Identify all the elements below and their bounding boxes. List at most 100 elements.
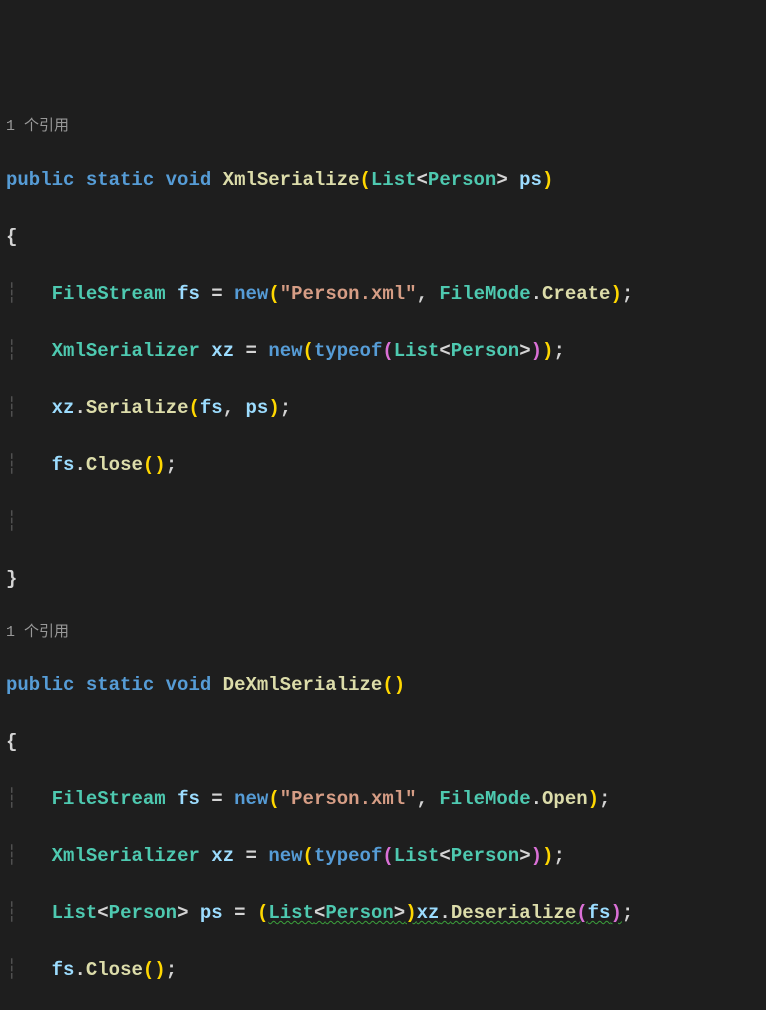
- code-line[interactable]: }: [6, 565, 766, 594]
- code-line[interactable]: ┆ xz.Serialize(fs, ps);: [6, 394, 766, 423]
- type-person: Person: [325, 902, 393, 924]
- method-xmlserialize: XmlSerialize: [223, 169, 360, 191]
- keyword-new: new: [268, 340, 302, 362]
- space: [428, 283, 439, 305]
- indent-guide: ┆: [6, 397, 52, 419]
- paren-close: ): [154, 959, 165, 981]
- code-line[interactable]: public static void XmlSerialize(List<Per…: [6, 166, 766, 195]
- angle-close: >: [519, 340, 530, 362]
- code-line[interactable]: ┆: [6, 508, 766, 537]
- paren-open: (: [303, 340, 314, 362]
- var-fs: fs: [52, 959, 75, 981]
- type-filemode: FileMode: [439, 283, 530, 305]
- keyword-new: new: [234, 788, 268, 810]
- brace-close: }: [6, 568, 17, 590]
- var-ps: ps: [246, 397, 269, 419]
- code-line[interactable]: ┆ fs.Close();: [6, 451, 766, 480]
- code-line[interactable]: {: [6, 728, 766, 757]
- code-line[interactable]: ┆ XmlSerializer xz = new(typeof(List<Per…: [6, 842, 766, 871]
- space: [508, 169, 519, 191]
- var-xz: xz: [211, 340, 234, 362]
- dot: .: [439, 902, 450, 924]
- space: [200, 340, 211, 362]
- space: [234, 397, 245, 419]
- paren-close: ): [588, 788, 599, 810]
- space: [154, 674, 165, 696]
- angle-open: <: [314, 902, 325, 924]
- indent-guide: ┆: [6, 340, 52, 362]
- code-line[interactable]: ┆ fs.Close();: [6, 956, 766, 985]
- angle-close: >: [519, 845, 530, 867]
- type-xmlserializer: XmlSerializer: [52, 845, 200, 867]
- var-ps: ps: [200, 902, 223, 924]
- space: [211, 169, 222, 191]
- codelens-ref-2[interactable]: 1 个引用: [6, 622, 766, 643]
- method-close: Close: [86, 959, 143, 981]
- brace-open: {: [6, 731, 17, 753]
- codelens-ref-1[interactable]: 1 个引用: [6, 116, 766, 137]
- dot: .: [531, 788, 542, 810]
- type-list: List: [371, 169, 417, 191]
- type-xmlserializer: XmlSerializer: [52, 340, 200, 362]
- paren-close: ): [154, 454, 165, 476]
- code-line[interactable]: ┆ FileStream fs = new("Person.xml", File…: [6, 785, 766, 814]
- paren-open: (: [382, 674, 393, 696]
- semi: ;: [553, 340, 564, 362]
- keyword-new: new: [268, 845, 302, 867]
- code-line[interactable]: ┆ FileStream fs = new("Person.xml", File…: [6, 280, 766, 309]
- code-line[interactable]: public static void DeXmlSerialize(): [6, 671, 766, 700]
- angle-open: <: [439, 845, 450, 867]
- keyword-typeof: typeof: [314, 845, 382, 867]
- keyword-new: new: [234, 283, 268, 305]
- var-xz: xz: [211, 845, 234, 867]
- space: [166, 283, 177, 305]
- paren-close: ): [610, 283, 621, 305]
- comma: ,: [223, 397, 234, 419]
- paren-close: ): [268, 397, 279, 419]
- angle-close: >: [394, 902, 405, 924]
- type-person: Person: [451, 845, 519, 867]
- type-person: Person: [428, 169, 496, 191]
- paren-open: (: [360, 169, 371, 191]
- code-line[interactable]: {: [6, 223, 766, 252]
- brace-open: {: [6, 226, 17, 248]
- angle-open: <: [97, 902, 108, 924]
- angle-close: >: [177, 902, 188, 924]
- semi: ;: [166, 454, 177, 476]
- keyword-public: public: [6, 169, 74, 191]
- semi: ;: [599, 788, 610, 810]
- semi: ;: [280, 397, 291, 419]
- paren-open: (: [303, 845, 314, 867]
- comma: ,: [417, 788, 428, 810]
- angle-open: <: [417, 169, 428, 191]
- indent-guide: ┆: [6, 454, 52, 476]
- type-filestream: FileStream: [52, 283, 166, 305]
- keyword-static: static: [86, 169, 154, 191]
- type-filemode: FileMode: [439, 788, 530, 810]
- dot: .: [74, 454, 85, 476]
- param-ps: ps: [519, 169, 542, 191]
- comma: ,: [417, 283, 428, 305]
- code-line[interactable]: ┆ List<Person> ps = (List<Person>)xz.Des…: [6, 899, 766, 928]
- semi: ;: [622, 902, 633, 924]
- paren-open: (: [576, 902, 587, 924]
- indent-guide: ┆: [6, 788, 52, 810]
- dot: .: [531, 283, 542, 305]
- enum-create: Create: [542, 283, 610, 305]
- angle-open: <: [439, 340, 450, 362]
- space: [74, 169, 85, 191]
- semi: ;: [553, 845, 564, 867]
- code-line[interactable]: ┆ XmlSerializer xz = new(typeof(List<Per…: [6, 337, 766, 366]
- var-xz: xz: [52, 397, 75, 419]
- equals: =: [223, 902, 257, 924]
- equals: =: [234, 340, 268, 362]
- type-list: List: [394, 340, 440, 362]
- paren-open: (: [268, 283, 279, 305]
- paren-close: ): [542, 340, 553, 362]
- paren-close: ): [394, 674, 405, 696]
- var-xz: xz: [417, 902, 440, 924]
- indent-guide: ┆: [6, 959, 52, 981]
- paren-open: (: [257, 902, 268, 924]
- keyword-void: void: [166, 169, 212, 191]
- keyword-void: void: [166, 674, 212, 696]
